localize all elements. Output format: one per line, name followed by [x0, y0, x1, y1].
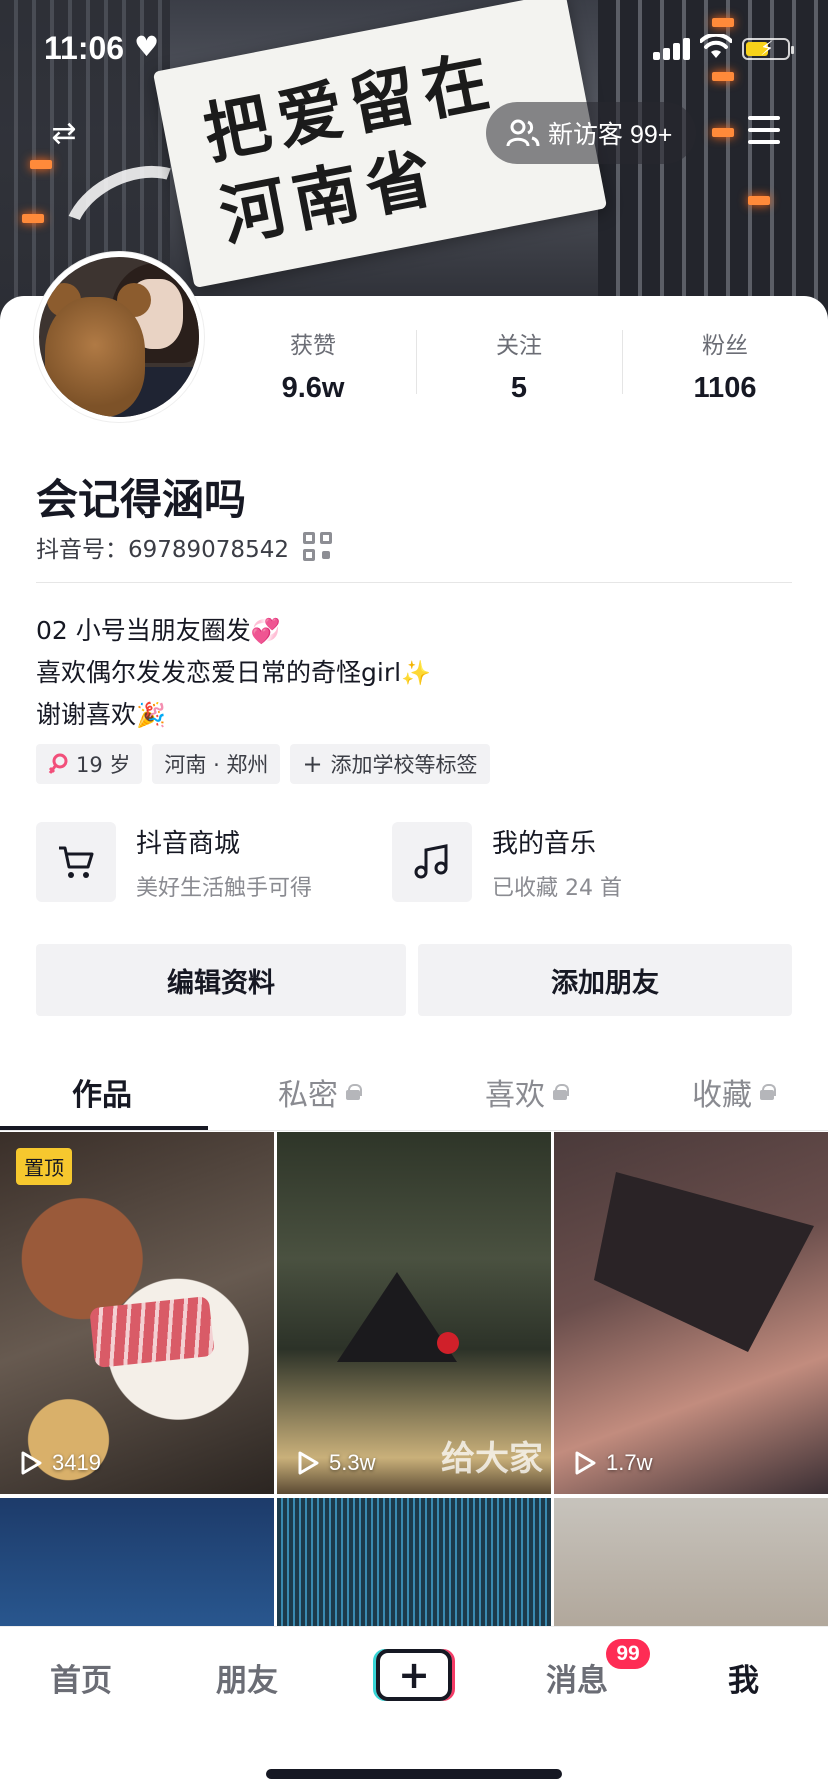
video-thumbnail[interactable]: 给大家 5.3w: [277, 1132, 551, 1494]
tab-label: 喜欢: [485, 1078, 545, 1113]
tab-private[interactable]: 私密: [278, 1070, 362, 1114]
profile-bio: 02 小号当朋友圈发💞 喜欢偶尔发发恋爱日常的奇怪girl✨ 谢谢喜欢🎉: [36, 610, 431, 736]
profile-tags: 19 岁 河南 · 郑州 + 添加学校等标签: [36, 744, 490, 784]
stage-light: [748, 196, 770, 205]
play-icon: [298, 1451, 319, 1475]
divider: [36, 582, 792, 583]
mall-subtitle: 美好生活触手可得: [136, 875, 313, 901]
view-count: 1.7w: [574, 1450, 652, 1476]
stat-label: 粉丝: [702, 333, 748, 359]
status-time: 11:06: [44, 30, 125, 66]
avatar[interactable]: [34, 252, 204, 422]
nav-home[interactable]: 首页: [50, 1655, 112, 1700]
female-icon: [48, 753, 68, 774]
new-visitors-label: 新访客 99+: [548, 121, 673, 149]
douyin-id-label: 抖音号：69789078542: [36, 537, 289, 563]
play-icon: [21, 1451, 42, 1475]
my-music-entry[interactable]: 我的音乐 已收藏 24 首: [392, 822, 622, 902]
music-title: 我的音乐: [492, 828, 597, 859]
stat-value: 5: [510, 372, 528, 404]
tab-label: 收藏: [692, 1078, 752, 1113]
nav-messages[interactable]: 消息: [546, 1655, 608, 1700]
view-count-value: 3419: [52, 1450, 101, 1475]
tag-location[interactable]: 河南 · 郑州: [152, 744, 281, 784]
tag-age-label: 19 岁: [76, 753, 131, 777]
stat-value: 9.6w: [281, 372, 345, 404]
tag-location-label: 河南 · 郑州: [164, 753, 269, 777]
username: 会记得涵吗: [36, 475, 247, 524]
douyin-id: 抖音号：69789078542: [36, 530, 333, 564]
status-bar: 11:06 ♥ ⚡: [0, 0, 828, 96]
bio-line-3: 谢谢喜欢: [36, 700, 137, 729]
view-count: 3419: [20, 1450, 101, 1476]
signal-icon: [653, 38, 691, 60]
hearts-emoji-icon: 💞: [250, 617, 281, 645]
douyin-mall-entry[interactable]: 抖音商城 美好生活触手可得: [36, 822, 312, 902]
stat-value: 1106: [693, 372, 757, 404]
video-caption: 给大家: [441, 1439, 543, 1479]
content-tabs: 作品 私密 喜欢 收藏: [0, 1052, 828, 1130]
stat-followers[interactable]: 粉丝 1106: [622, 326, 828, 406]
video-thumbnail[interactable]: 1.7w: [554, 1132, 828, 1494]
stage-light: [22, 214, 44, 223]
pinned-badge: 置顶: [16, 1148, 72, 1185]
tabs-divider: [0, 1130, 828, 1131]
new-visitors-button[interactable]: 新访客 99+: [486, 102, 697, 164]
profile-stats: 获赞 9.6w 关注 5 粉丝 1106: [210, 326, 828, 406]
plus-icon: +: [302, 750, 323, 778]
visitors-icon: [506, 119, 540, 147]
bio-line-2: 喜欢偶尔发发恋爱日常的奇怪girl: [36, 658, 402, 687]
tag-age[interactable]: 19 岁: [36, 744, 143, 784]
tab-favorites[interactable]: 收藏: [692, 1070, 776, 1114]
tab-works[interactable]: 作品: [72, 1070, 132, 1114]
lock-icon: [553, 1084, 569, 1100]
add-friend-button[interactable]: 添加朋友: [418, 944, 792, 1016]
home-indicator: [266, 1769, 562, 1779]
view-count: 5.3w: [297, 1450, 375, 1476]
qr-code-icon[interactable]: [302, 532, 333, 562]
wifi-icon: [700, 34, 732, 58]
nav-friends[interactable]: 朋友: [216, 1655, 278, 1700]
edit-profile-button[interactable]: 编辑资料: [36, 944, 406, 1016]
party-emoji-icon: 🎉: [136, 701, 166, 729]
play-icon: [575, 1451, 596, 1475]
tab-likes[interactable]: 喜欢: [485, 1070, 569, 1114]
music-subtitle: 已收藏 24 首: [492, 875, 622, 901]
services-row: 抖音商城 美好生活触手可得 我的音乐 已收藏 24 首: [36, 822, 792, 906]
add-school-tag-button[interactable]: + 添加学校等标签: [290, 744, 490, 784]
stage-light: [712, 128, 734, 137]
lock-icon: [760, 1084, 776, 1100]
stat-likes[interactable]: 获赞 9.6w: [210, 326, 416, 406]
bio-line-1: 02 小号当朋友圈发: [36, 616, 251, 645]
sparkles-emoji-icon: ✨: [401, 659, 431, 687]
plus-icon: +: [398, 1653, 430, 1697]
view-count-value: 1.7w: [606, 1450, 653, 1475]
menu-icon[interactable]: [748, 116, 780, 144]
video-thumbnail[interactable]: 置顶 3419: [0, 1132, 274, 1494]
tab-label: 私密: [278, 1078, 338, 1113]
battery-icon: ⚡: [742, 36, 794, 60]
heart-icon: ♥: [134, 30, 160, 63]
bottom-nav: 首页 朋友 + 消息 99 我: [0, 1626, 828, 1792]
stat-label: 获赞: [290, 333, 336, 359]
switch-account-icon[interactable]: ⇄: [44, 114, 84, 154]
add-school-tag-label: 添加学校等标签: [330, 753, 478, 777]
stage-light: [30, 160, 52, 169]
stat-label: 关注: [496, 333, 542, 359]
mall-title: 抖音商城: [136, 828, 241, 859]
cart-icon: [36, 822, 116, 902]
messages-badge: 99: [606, 1639, 650, 1669]
lock-icon: [346, 1084, 362, 1100]
create-button[interactable]: +: [376, 1649, 452, 1701]
view-count-value: 5.3w: [329, 1450, 376, 1475]
nav-me[interactable]: 我: [728, 1655, 759, 1700]
tab-label: 作品: [72, 1078, 132, 1113]
music-note-icon: [392, 822, 472, 902]
stat-following[interactable]: 关注 5: [416, 326, 622, 406]
